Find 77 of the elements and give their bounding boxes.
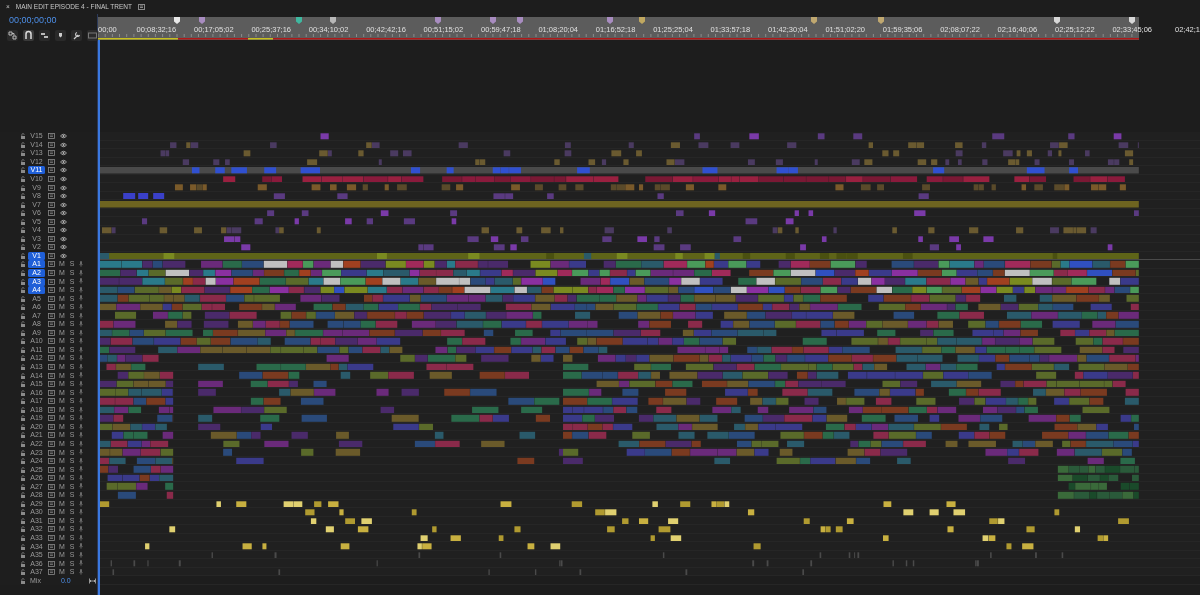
lock-icon[interactable] [20, 355, 26, 362]
lock-icon[interactable] [20, 150, 26, 157]
lock-icon[interactable] [20, 398, 26, 405]
marker-icon[interactable] [199, 17, 205, 24]
marker-icon[interactable] [607, 17, 613, 24]
lock-icon[interactable] [20, 475, 26, 482]
eye-icon[interactable] [60, 141, 67, 148]
eye-icon[interactable] [60, 201, 67, 208]
marker-icon[interactable] [1129, 17, 1135, 24]
lock-icon[interactable] [20, 432, 26, 439]
lock-icon[interactable] [20, 569, 26, 576]
eye-icon[interactable] [60, 210, 67, 217]
lock-icon[interactable] [20, 193, 26, 200]
lock-icon[interactable] [20, 526, 26, 533]
eye-icon[interactable] [60, 252, 67, 259]
lock-icon[interactable] [20, 167, 26, 174]
marker-icon[interactable] [330, 17, 336, 24]
linked-selection-icon [39, 30, 50, 41]
nest-button[interactable] [7, 30, 18, 41]
eye-icon[interactable] [60, 227, 67, 234]
timecode-display[interactable]: 00;00;00;00 [0, 15, 97, 25]
marker-icon[interactable] [435, 17, 441, 24]
lock-icon[interactable] [20, 287, 26, 294]
lock-icon[interactable] [20, 244, 26, 251]
lock-icon[interactable] [20, 227, 26, 234]
nest-icon [7, 30, 18, 41]
microphone-icon[interactable] [79, 483, 83, 490]
lock-icon[interactable] [20, 176, 26, 182]
lock-icon[interactable] [20, 338, 26, 345]
marker-icon[interactable] [639, 17, 645, 24]
marker-icon[interactable] [174, 17, 180, 24]
lock-icon[interactable] [20, 509, 26, 516]
menu-icon[interactable] [138, 4, 145, 10]
lock-icon[interactable] [20, 270, 26, 276]
captions-icon [87, 30, 98, 41]
marker-icon[interactable] [517, 17, 523, 24]
marker-icon[interactable] [811, 17, 817, 24]
lock-icon[interactable] [20, 261, 26, 268]
lock-icon[interactable] [20, 492, 26, 499]
lock-icon[interactable] [20, 321, 26, 328]
lock-icon[interactable] [20, 449, 26, 456]
linked-selection-button[interactable] [39, 30, 50, 41]
captions-button[interactable] [87, 30, 98, 41]
eye-icon[interactable] [60, 193, 67, 200]
fit-width-icon[interactable] [88, 577, 96, 584]
lock-icon[interactable] [20, 415, 26, 422]
marker-button[interactable] [55, 30, 66, 41]
lock-icon[interactable] [20, 458, 26, 465]
lock-icon[interactable] [20, 210, 26, 217]
eye-icon[interactable] [60, 244, 67, 251]
eye-icon[interactable] [60, 150, 67, 157]
eye-icon[interactable] [60, 235, 67, 242]
wrench-button[interactable] [71, 30, 82, 41]
lock-icon[interactable] [20, 304, 26, 311]
marker-icon[interactable] [490, 17, 496, 24]
marker-icon[interactable] [1054, 17, 1060, 24]
eye-icon[interactable] [60, 167, 67, 174]
eye-icon[interactable] [60, 133, 67, 140]
lock-icon[interactable] [20, 364, 26, 371]
eye-icon[interactable] [60, 184, 67, 191]
microphone-icon[interactable] [79, 406, 83, 413]
lock-icon[interactable] [20, 184, 26, 191]
lock-icon[interactable] [20, 381, 26, 388]
lock-icon[interactable] [20, 552, 26, 559]
marker-icon[interactable] [878, 17, 884, 24]
lock-icon[interactable] [20, 543, 26, 550]
eye-icon[interactable] [60, 176, 67, 182]
eye-icon[interactable] [60, 158, 67, 165]
eye-icon[interactable] [60, 218, 67, 225]
microphone-icon[interactable] [79, 568, 83, 576]
lock-icon[interactable] [20, 278, 26, 285]
snap-button[interactable] [23, 30, 34, 41]
wrench-icon [71, 30, 82, 41]
microphone-icon[interactable] [79, 312, 83, 319]
snap-icon [23, 30, 34, 41]
lock-icon[interactable] [20, 133, 26, 140]
marker-icon[interactable] [296, 17, 302, 24]
